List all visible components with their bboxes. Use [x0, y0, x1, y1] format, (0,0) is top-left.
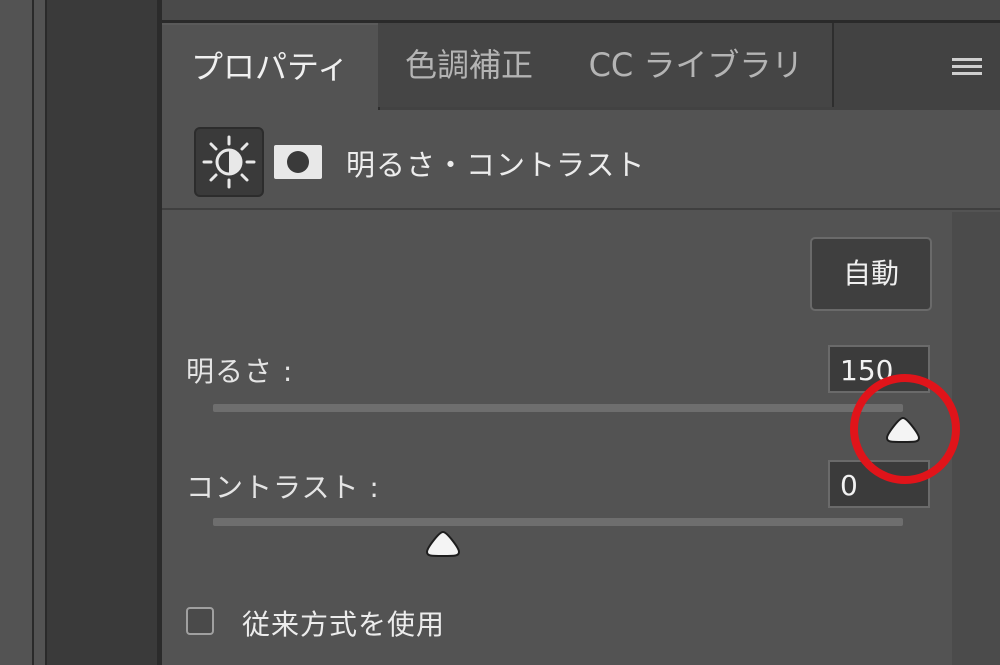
- legacy-checkbox[interactable]: [186, 607, 214, 635]
- auto-button[interactable]: 自動: [810, 237, 932, 311]
- legacy-label: 従来方式を使用: [242, 608, 446, 641]
- brightness-slider-track[interactable]: [213, 404, 903, 412]
- contrast-slider-track[interactable]: [213, 518, 903, 526]
- layer-mask-icon[interactable]: [274, 145, 322, 179]
- brightness-contrast-icon[interactable]: [194, 127, 264, 197]
- tab-adjustments[interactable]: 色調補正: [378, 23, 562, 107]
- upper-panel-stub: [162, 0, 1000, 23]
- contrast-label: コントラスト :: [186, 471, 380, 504]
- header-divider: [162, 208, 1000, 210]
- brightness-label: 明るさ :: [186, 355, 294, 388]
- panel-title: 明るさ・コントラスト: [346, 148, 646, 182]
- contrast-slider-thumb[interactable]: [425, 530, 461, 558]
- dock-column: [47, 0, 157, 665]
- dock-divider: [32, 0, 34, 665]
- panel-menu-icon[interactable]: [952, 58, 982, 80]
- tab-properties[interactable]: プロパティ: [162, 23, 380, 112]
- tab-cc-libraries[interactable]: CC ライブラリ: [560, 23, 834, 107]
- scrollbar-track[interactable]: [952, 212, 1000, 665]
- left-dock-strip: [0, 0, 45, 665]
- panel-tab-bar: プロパティ 色調補正 CC ライブラリ: [162, 23, 1000, 112]
- annotation-highlight-circle: [850, 374, 960, 484]
